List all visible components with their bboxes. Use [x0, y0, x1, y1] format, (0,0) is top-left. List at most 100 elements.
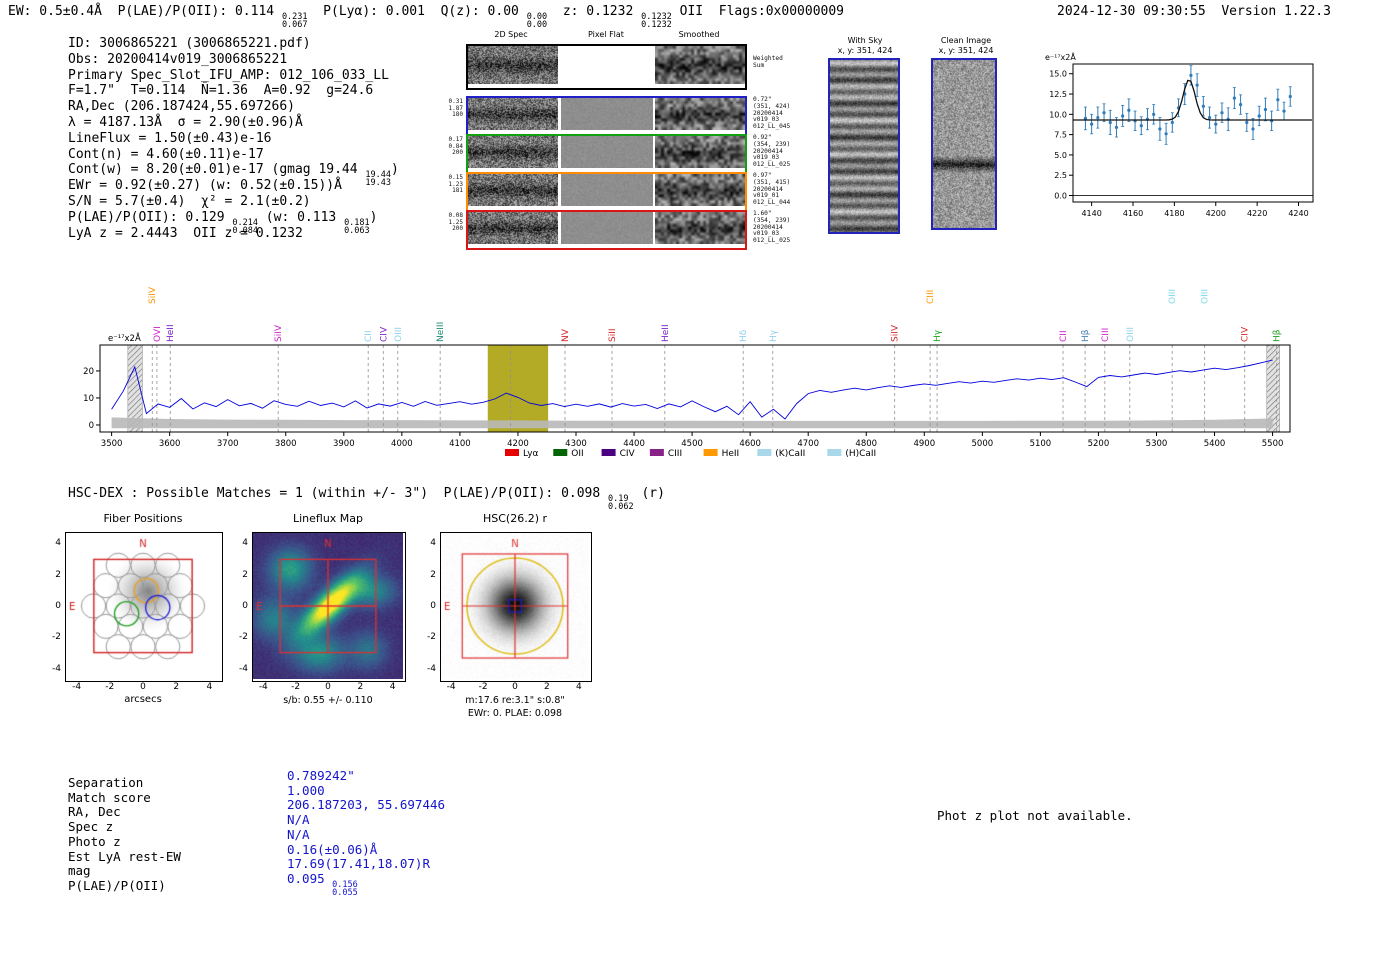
summary-header: EW: 0.5±0.4Å P(LAE)/P(OII): 0.114 0.2310… [8, 4, 844, 29]
lineflux-map-image [253, 533, 403, 679]
spectral-line-label: OIII [1201, 289, 1211, 304]
axis-tick-label: 4 [201, 682, 217, 692]
stacked-uncertainty: 0.1560.055 [332, 881, 358, 897]
axis-tick-label: 0 [422, 601, 436, 611]
spectral-line-label: CIV [379, 326, 389, 342]
hsc-cutout-title: HSC(26.2) r [440, 512, 590, 525]
axis-tick-label: 4500 [681, 439, 703, 449]
spectral-line-label: NeIII [436, 322, 446, 342]
text-segment: LineFlux = 1.50(±0.43)e-16 [68, 131, 272, 146]
spectrum-line [112, 360, 1273, 419]
axis-tick-label: 2 [234, 570, 248, 580]
spectral-line-label: SiIV [148, 286, 158, 304]
lineflux-caption: s/b: 0.55 +/- 0.110 [252, 695, 404, 706]
axis-tick-label: -4 [69, 682, 85, 692]
axis-tick-label: 0 [89, 421, 94, 431]
info-line: P(LAE)/P(OII): 0.129 0.2140.084 (w: 0.11… [68, 210, 399, 226]
axis-tick-label: 4 [234, 538, 248, 548]
spectral-line-label: CIII [1101, 328, 1111, 342]
smoothed-image [655, 174, 745, 206]
text-segment: Primary Spec_Slot_IFU_AMP: 012_106_033_L… [68, 68, 389, 83]
axis-tick-label: -2 [234, 632, 248, 642]
text-segment: EWr = 0.92(±0.27) (w: 0.52(±0.15))Å [68, 178, 342, 193]
axis-tick-label: -2 [288, 682, 304, 692]
info-line: Cont(w) = 8.20(±0.01)e-17 (gmag 19.44 19… [68, 162, 399, 178]
cleanimage-title-text: Clean Image [929, 36, 1003, 46]
hsc-dex-match-line: HSC-DEX : Possible Matches = 1 (within +… [68, 486, 665, 511]
stacked-uncertainty: 0.190.062 [608, 495, 634, 511]
axis-tick-label: -4 [47, 664, 61, 674]
detected-line-band [488, 345, 548, 432]
spectral-line-label: SiIV [274, 324, 284, 342]
match-field-label: P(LAE)/P(OII) [68, 878, 166, 893]
smoothed-image [655, 136, 745, 168]
axis-tick-label: 4180 [1164, 209, 1184, 218]
withsky-title: With Sky x, y: 351, 424 [826, 36, 904, 56]
fiber-annotation: WeightedSum [753, 56, 783, 70]
spec2d-column-header: Smoothed [654, 30, 744, 39]
match-field-value: 0.095 0.1560.055 [287, 871, 358, 897]
axis-tick-label: 4240 [1288, 209, 1308, 218]
text-segment: EW: 0.5±0.4Å P(LAE)/P(OII): 0.114 [8, 4, 282, 19]
axis-tick-label: -4 [234, 664, 248, 674]
fiber-annotation: 0.72"(351, 424)20200414v019_03012_LL_045 [753, 97, 790, 131]
cleanimage-title: Clean Image x, y: 351, 424 [929, 36, 1003, 56]
stacked-uncertainty: 0.12320.1232 [641, 13, 672, 29]
match-field-value: 1.000 [287, 783, 325, 798]
spectral-line-label: OIII [1126, 327, 1136, 342]
text-segment: 0.789242" [287, 768, 355, 783]
match-table: Separation0.789242"Match score1.000RA, D… [68, 775, 538, 905]
spectral-line-label: SiII [608, 328, 618, 342]
legend-swatch [704, 449, 718, 456]
text-segment: P(Lyα): 0.001 Q(z): 0.00 [308, 4, 527, 19]
legend-swatch [757, 449, 771, 456]
fiber-xlabel: arcsecs [65, 694, 221, 705]
text-segment: z: 0.1232 [547, 4, 641, 19]
axis-tick-label: 5200 [1088, 439, 1110, 449]
text-segment: Cont(w) = 8.20(±0.01)e-17 (gmag 19.44 [68, 162, 365, 177]
stacked-uncertainty: 0.1810.063 [344, 219, 370, 235]
axis-tick-label: 2 [352, 682, 368, 692]
match-field-label: mag [68, 863, 91, 878]
smoothed-image [655, 212, 745, 244]
full-spectrum-chart: 3500360037003800390040004100420043004400… [60, 258, 1310, 473]
match-field-label: Photo z [68, 834, 121, 849]
legend-label: HeII [722, 449, 740, 459]
spec2d-row [466, 134, 747, 174]
text-segment: (w: 0.113 [258, 210, 344, 225]
axis-tick-label: 5.0 [1054, 151, 1067, 160]
text-segment: 0.16(±0.06)Å [287, 842, 377, 857]
axis-tick-label: 10.0 [1049, 110, 1067, 119]
spec2d-row [466, 44, 747, 90]
axis-tick-label: 7.5 [1054, 131, 1067, 140]
axis-tick-label: 0 [507, 682, 523, 692]
spectral-line-label: Hβ [1081, 329, 1091, 342]
flux-units-label: e⁻¹⁷x2Å [1045, 51, 1076, 62]
axis-tick-label: 20 [83, 367, 94, 377]
text-segment: ) [391, 162, 399, 177]
axis-tick-label: 4300 [565, 439, 587, 449]
fiber-weight-labels: 0.170.84200 [441, 137, 463, 157]
match-field-value: 0.789242" [287, 768, 355, 783]
axis-tick-label: 12.5 [1049, 90, 1067, 99]
text-segment: P(LAE)/P(OII): 0.129 [68, 210, 232, 225]
match-field-value: 0.16(±0.06)Å [287, 842, 377, 857]
axis-tick-label: -2 [475, 682, 491, 692]
text-segment: ) [370, 210, 378, 225]
axis-tick-label: 5500 [1262, 439, 1284, 449]
stacked-uncertainty: 0.000.00 [527, 13, 547, 29]
stacked-uncertainty: 19.4419.43 [365, 171, 391, 187]
axis-tick-label: -2 [422, 632, 436, 642]
info-line: Primary Spec_Slot_IFU_AMP: 012_106_033_L… [68, 68, 399, 84]
spectral-line-label: NV [561, 328, 571, 342]
axis-tick-label: 5000 [972, 439, 994, 449]
info-line: Cont(n) = 4.60(±0.11)e-17 [68, 147, 399, 163]
spec2d-cutouts-section: 2D SpecPixel FlatSmoothedWeightedSum0.31… [440, 30, 870, 260]
elixer-report-page: EW: 0.5±0.4Å P(LAE)/P(OII): 0.114 0.2310… [0, 0, 1400, 953]
axis-tick-label: 4800 [855, 439, 877, 449]
text-segment: 0.095 [287, 871, 332, 886]
axis-tick-label: 5300 [1146, 439, 1168, 449]
axis-tick-label: 4700 [797, 439, 819, 449]
fiber-positions-plot [65, 532, 223, 682]
match-field-label: RA, Dec [68, 804, 121, 819]
